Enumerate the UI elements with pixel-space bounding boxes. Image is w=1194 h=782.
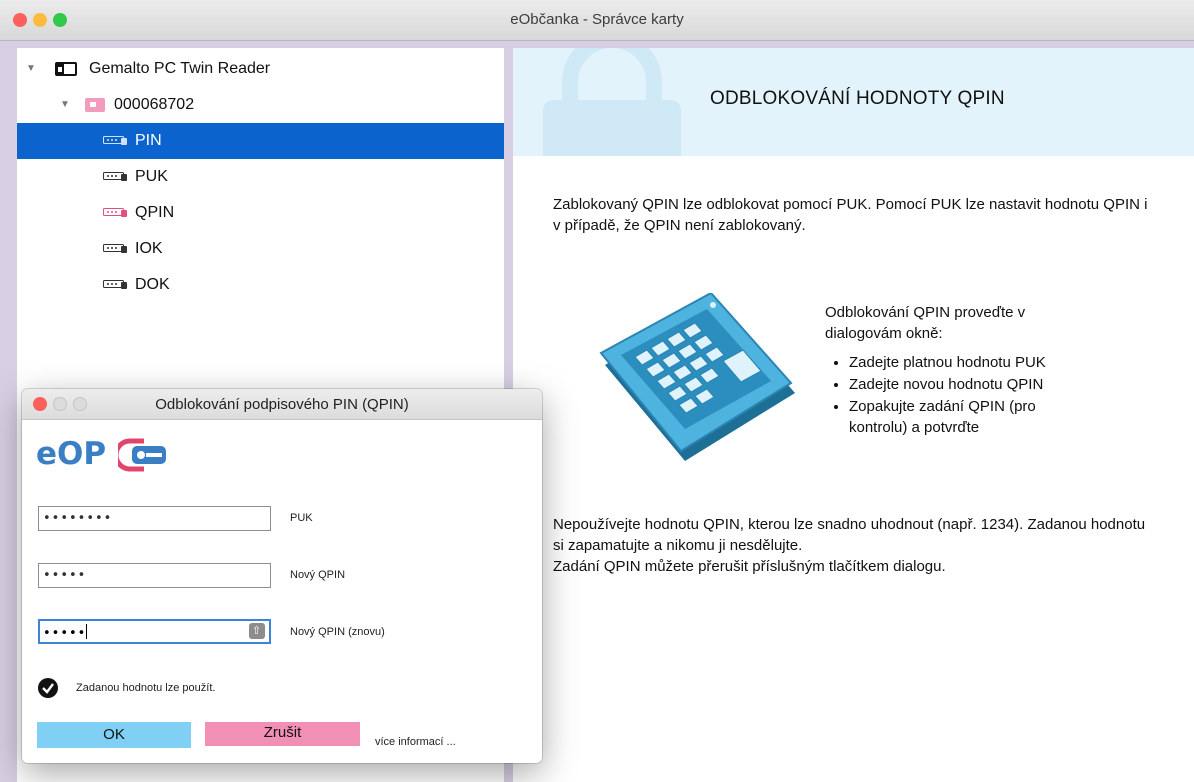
- panel-heading: ODBLOKOVÁNÍ HODNOTY QPIN: [710, 88, 1005, 109]
- disclosure-triangle-icon[interactable]: ▼: [26, 63, 36, 74]
- qpin-code-icon: [103, 208, 127, 217]
- ok-button[interactable]: OK: [37, 722, 191, 748]
- repeat-qpin-field-label: Nový QPIN (znovu): [290, 626, 385, 638]
- tree-item-label: PUK: [135, 168, 168, 185]
- padlock-watermark-icon: [543, 48, 681, 156]
- id-card-icon: [85, 98, 105, 112]
- new-qpin-field[interactable]: •••••: [38, 563, 271, 588]
- dialog-title: Odblokování podpisového PIN (QPIN): [155, 396, 409, 413]
- eop-logo: eOP: [36, 436, 166, 472]
- dialog-body: eOP •••••••• PUK ••••• Nový QPIN ••••• ⇧…: [22, 420, 542, 763]
- step-item: Zopakujte zadání QPIN (pro kontrolu) a p…: [849, 396, 1065, 438]
- tree-item-label: IOK: [135, 240, 163, 257]
- tree-item-puk[interactable]: PUK: [17, 159, 504, 195]
- disclosure-triangle-icon[interactable]: ▼: [60, 99, 70, 110]
- puk-field[interactable]: ••••••••: [38, 506, 271, 531]
- steps-title: Odblokování QPIN proveďte v dialogovám o…: [825, 304, 1026, 342]
- pin-code-icon: [103, 172, 127, 181]
- repeat-qpin-value: •••••: [43, 626, 87, 641]
- qpin-unblock-dialog: Odblokování podpisového PIN (QPIN) eOP •…: [22, 389, 542, 763]
- panel-header: ODBLOKOVÁNÍ HODNOTY QPIN: [513, 48, 1194, 156]
- intro-text: Zablokovaný QPIN lze odblokovat pomocí P…: [553, 196, 1148, 234]
- title-bar: eObčanka - Správce karty: [0, 0, 1194, 41]
- password-autofill-icon[interactable]: ⇧: [249, 623, 265, 639]
- cancel-button[interactable]: Zrušit: [205, 722, 360, 746]
- tree-item-qpin[interactable]: QPIN: [17, 195, 504, 231]
- step-item: Zadejte novou hodnotu QPIN: [849, 374, 1065, 395]
- reader-label: Gemalto PC Twin Reader: [89, 60, 271, 77]
- dialog-title-bar: Odblokování podpisového PIN (QPIN): [22, 389, 542, 420]
- tree-item-pin[interactable]: PIN: [17, 123, 504, 159]
- pin-code-icon: [103, 280, 127, 289]
- tree-item-label: DOK: [135, 276, 170, 293]
- cancel-hint-text: Zadání QPIN můžete přerušit příslušným t…: [553, 558, 946, 575]
- window-title: eObčanka - Správce karty: [510, 11, 684, 28]
- warning-text: Nepoužívejte hodnotu QPIN, kterou lze sn…: [553, 516, 1146, 554]
- step-item: Zadejte platnou hodnotu PUK: [849, 352, 1065, 373]
- steps-box: Odblokování QPIN proveďte v dialogovám o…: [825, 302, 1065, 439]
- tree-item-label: QPIN: [135, 204, 175, 221]
- tree-item-reader[interactable]: ▼ Gemalto PC Twin Reader: [17, 51, 504, 87]
- pin-code-icon: [103, 244, 127, 253]
- repeat-qpin-field[interactable]: ••••• ⇧: [38, 619, 271, 644]
- card-reader-icon: [55, 62, 77, 76]
- checkmark-icon: [38, 678, 58, 698]
- pin-code-icon: [103, 136, 127, 145]
- tree-item-iok[interactable]: IOK: [17, 231, 504, 267]
- new-qpin-field-label: Nový QPIN: [290, 569, 346, 581]
- tree-item-dok[interactable]: DOK: [17, 267, 504, 303]
- text-cursor: [86, 624, 88, 639]
- logo-text: eOP: [36, 436, 107, 472]
- puk-field-label: PUK: [290, 512, 313, 524]
- keypad-illustration: [599, 293, 795, 461]
- tree-item-label: PIN: [135, 132, 162, 149]
- info-panel: ODBLOKOVÁNÍ HODNOTY QPIN Zablokovaný QPI…: [513, 48, 1194, 782]
- tree-item-card[interactable]: ▼ 000068702: [17, 87, 504, 123]
- card-number: 000068702: [114, 96, 195, 113]
- more-info-link[interactable]: více informací ...: [375, 736, 456, 748]
- eop-chip-logo-icon: [118, 438, 166, 472]
- validation-status: Zadanou hodnotu lze použít.: [76, 682, 216, 694]
- steps-list: Zadejte platnou hodnotu PUK Zadejte novo…: [825, 352, 1065, 438]
